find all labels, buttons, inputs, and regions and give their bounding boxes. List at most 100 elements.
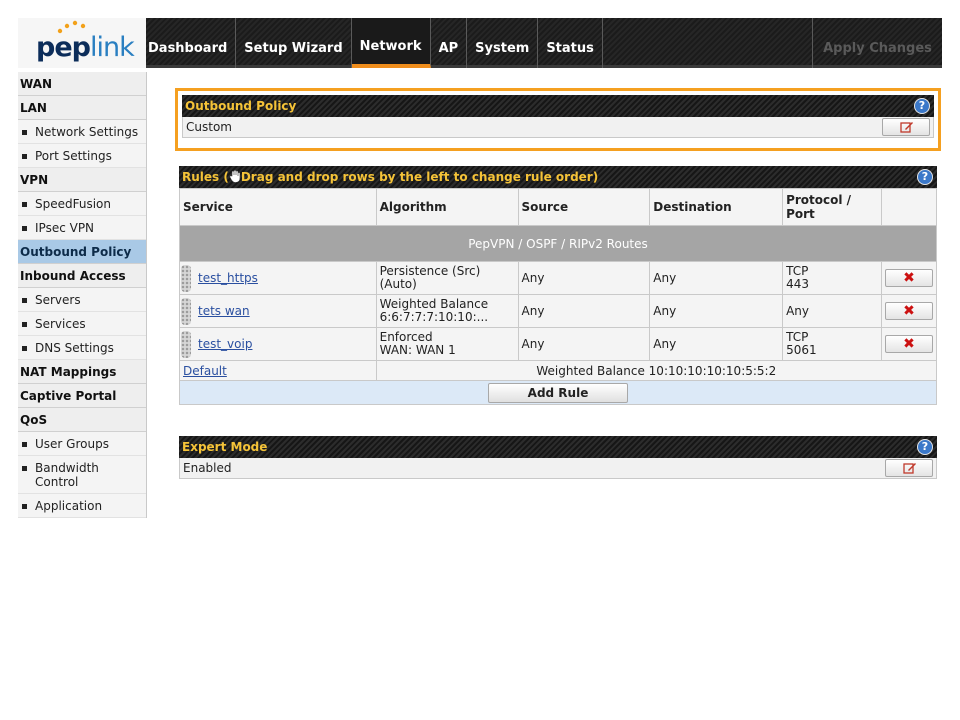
default-link[interactable]: Default bbox=[183, 364, 227, 378]
sidebar-item-network-settings[interactable]: Network Settings bbox=[18, 120, 146, 144]
sidebar-item-servers[interactable]: Servers bbox=[18, 288, 146, 312]
rule-service-cell: tets wan bbox=[179, 294, 377, 328]
group-row: PepVPN / OSPF / RIPv2 Routes bbox=[179, 225, 937, 262]
table-row[interactable]: tets wan Weighted Balance 6:6:7:7:7:10:10… bbox=[179, 294, 938, 328]
logo-wordmark: peplink bbox=[36, 32, 135, 63]
sidebar-item-port-settings[interactable]: Port Settings bbox=[18, 144, 146, 168]
delete-rule-button[interactable]: ✖ bbox=[884, 335, 933, 353]
sidebar-head-lan[interactable]: LAN bbox=[18, 96, 146, 120]
outbound-policy-title: Outbound Policy ? bbox=[182, 95, 934, 117]
nav-network[interactable]: Network bbox=[351, 18, 431, 68]
sidebar: WAN LAN Network Settings Port Settings V… bbox=[18, 72, 147, 518]
rule-service-cell: test_voip bbox=[179, 327, 377, 361]
group-label: PepVPN / OSPF / RIPv2 Routes bbox=[179, 225, 937, 262]
expert-mode-title: Expert Mode ? bbox=[179, 436, 937, 458]
column-header-protocol-port: Protocol / Port bbox=[782, 188, 882, 226]
apply-changes-button[interactable]: Apply Changes bbox=[812, 18, 942, 68]
help-icon[interactable]: ? bbox=[917, 169, 933, 185]
edit-icon bbox=[903, 463, 916, 474]
nav-system[interactable]: System bbox=[467, 18, 539, 68]
table-row[interactable]: test_https Persistence (Src) (Auto) Any A… bbox=[179, 261, 938, 295]
default-cell: Default bbox=[179, 360, 377, 381]
rule-algorithm-cell: Enforced WAN: WAN 1 bbox=[375, 327, 519, 361]
rule-actions-cell: ✖ bbox=[880, 294, 938, 328]
expert-mode-value: Enabled bbox=[183, 461, 232, 475]
default-value: Weighted Balance 10:10:10:10:10:5:5:2 bbox=[375, 360, 938, 381]
nav-setup-wizard[interactable]: Setup Wizard bbox=[236, 18, 352, 68]
rule-algorithm-line2: (Auto) bbox=[379, 277, 417, 291]
sidebar-item-speedfusion[interactable]: SpeedFusion bbox=[18, 192, 146, 216]
hand-drag-icon bbox=[229, 169, 241, 183]
peplink-logo[interactable]: peplink bbox=[18, 18, 146, 68]
edit-outbound-policy-button[interactable] bbox=[882, 118, 930, 136]
rule-algorithm-line2: WAN: WAN 1 bbox=[379, 343, 456, 357]
sidebar-item-bandwidth-control[interactable]: Bandwidth Control bbox=[18, 456, 146, 494]
edit-expert-mode-button[interactable] bbox=[885, 459, 933, 477]
column-header-service: Service bbox=[179, 188, 377, 226]
sidebar-head-inbound-access[interactable]: Inbound Access bbox=[18, 264, 146, 288]
rule-protocol-line2: 443 bbox=[786, 277, 809, 291]
rules-title-hint: Drag and drop rows by the left to change… bbox=[240, 170, 599, 184]
expert-mode-row: Enabled bbox=[179, 458, 937, 479]
rule-protocol-cell: TCP 5061 bbox=[782, 327, 882, 361]
table-row[interactable]: test_voip Enforced WAN: WAN 1 Any Any TCP… bbox=[179, 327, 938, 361]
rule-service-link[interactable]: tets wan bbox=[198, 304, 250, 318]
nav-ap[interactable]: AP bbox=[431, 18, 468, 68]
rule-protocol-line2: 5061 bbox=[786, 343, 817, 357]
sidebar-head-vpn[interactable]: VPN bbox=[18, 168, 146, 192]
outbound-policy-row: Custom bbox=[182, 117, 934, 138]
nav-status[interactable]: Status bbox=[538, 18, 603, 68]
outbound-policy-value: Custom bbox=[186, 120, 232, 134]
delete-icon: ✖ bbox=[903, 270, 915, 286]
help-icon[interactable]: ? bbox=[917, 439, 933, 455]
rules-panel: Rules ( Drag and drop rows by the left t… bbox=[179, 166, 938, 405]
rules-title: Rules ( Drag and drop rows by the left t… bbox=[179, 166, 937, 188]
rule-protocol-line1: TCP bbox=[786, 264, 809, 278]
help-icon[interactable]: ? bbox=[914, 98, 930, 114]
drag-handle-icon[interactable] bbox=[181, 265, 191, 292]
sidebar-head-wan[interactable]: WAN bbox=[18, 72, 146, 96]
rule-algorithm-cell: Weighted Balance 6:6:7:7:7:10:10:... bbox=[375, 294, 519, 328]
column-header-actions bbox=[880, 188, 938, 226]
rule-service-link[interactable]: test_voip bbox=[198, 337, 252, 351]
main-nav: Dashboard Setup Wizard Network AP System… bbox=[148, 18, 603, 68]
sidebar-head-qos[interactable]: QoS bbox=[18, 408, 146, 432]
edit-icon bbox=[900, 122, 913, 133]
default-row: Default Weighted Balance 10:10:10:10:10:… bbox=[179, 360, 938, 381]
sidebar-item-application[interactable]: Application bbox=[18, 494, 146, 518]
rule-actions-cell: ✖ bbox=[880, 261, 938, 295]
rule-source-cell: Any bbox=[517, 327, 651, 361]
rule-actions-cell: ✖ bbox=[880, 327, 938, 361]
add-rule-button[interactable]: Add Rule bbox=[488, 382, 628, 403]
expert-mode-title-text: Expert Mode bbox=[182, 440, 268, 454]
add-rule-cell: Add Rule bbox=[179, 380, 937, 405]
rule-algorithm-line1: Persistence (Src) bbox=[379, 264, 481, 278]
sidebar-head-nat-mappings[interactable]: NAT Mappings bbox=[18, 360, 146, 384]
delete-rule-button[interactable]: ✖ bbox=[884, 302, 933, 320]
sidebar-head-captive-portal[interactable]: Captive Portal bbox=[18, 384, 146, 408]
rule-protocol-line1: TCP bbox=[786, 330, 809, 344]
drag-handle-icon[interactable] bbox=[181, 331, 191, 358]
column-header-source: Source bbox=[517, 188, 651, 226]
drag-handle-icon[interactable] bbox=[181, 298, 191, 325]
delete-icon: ✖ bbox=[903, 336, 915, 352]
sidebar-item-services[interactable]: Services bbox=[18, 312, 146, 336]
rules-header-row: Service Algorithm Source Destination Pro… bbox=[179, 188, 938, 226]
rule-algorithm-line1: Enforced bbox=[379, 330, 433, 344]
rule-protocol-cell: TCP 443 bbox=[782, 261, 882, 295]
rule-service-link[interactable]: test_https bbox=[198, 271, 258, 285]
sidebar-head-outbound-policy[interactable]: Outbound Policy bbox=[18, 240, 146, 264]
rule-algorithm-line1: Weighted Balance bbox=[379, 297, 489, 311]
nav-dashboard[interactable]: Dashboard bbox=[148, 18, 237, 68]
sidebar-item-dns-settings[interactable]: DNS Settings bbox=[18, 336, 146, 360]
outbound-policy-panel: Outbound Policy ? Custom bbox=[175, 88, 941, 151]
expert-mode-panel: Expert Mode ? Enabled bbox=[179, 436, 937, 479]
rule-algorithm-cell: Persistence (Src) (Auto) bbox=[375, 261, 519, 295]
delete-icon: ✖ bbox=[903, 303, 915, 319]
rule-destination-cell: Any bbox=[649, 327, 784, 361]
rule-destination-cell: Any bbox=[649, 294, 784, 328]
delete-rule-button[interactable]: ✖ bbox=[884, 269, 933, 287]
sidebar-item-ipsec-vpn[interactable]: IPsec VPN bbox=[18, 216, 146, 240]
rule-protocol-cell: Any bbox=[782, 294, 882, 328]
sidebar-item-user-groups[interactable]: User Groups bbox=[18, 432, 146, 456]
